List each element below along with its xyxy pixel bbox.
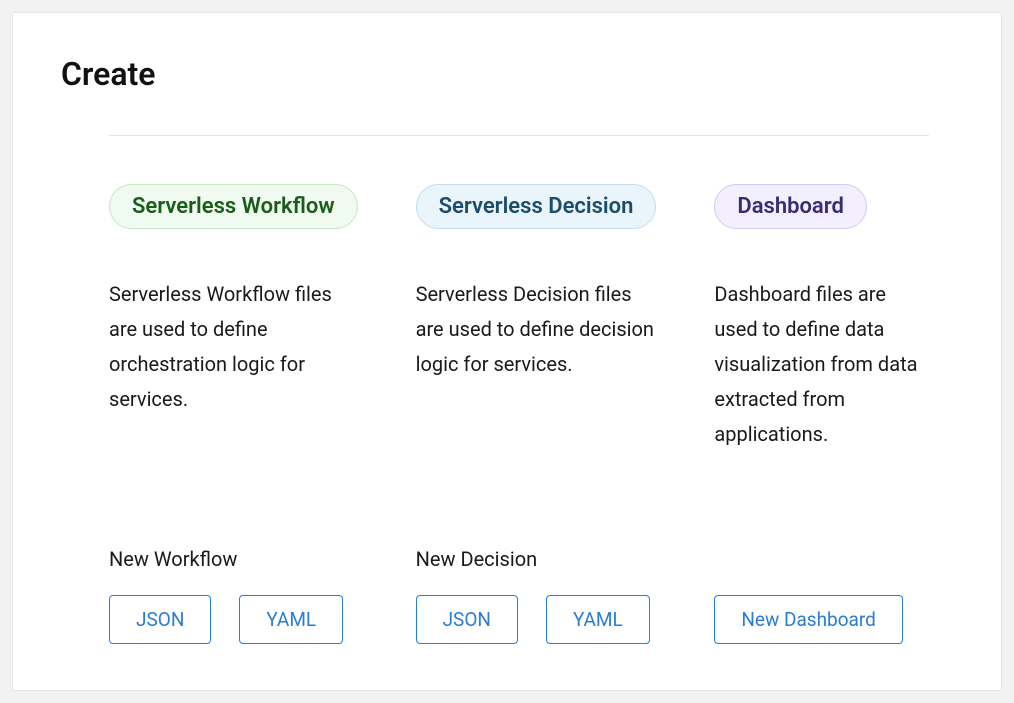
columns-container: Serverless Workflow Serverless Workflow … bbox=[61, 184, 953, 644]
action-label-dashboard bbox=[714, 547, 929, 575]
create-card: Create Serverless Workflow Serverless Wo… bbox=[12, 12, 1002, 691]
description-serverless-decision: Serverless Decision files are used to de… bbox=[416, 277, 657, 497]
description-serverless-workflow: Serverless Workflow files are used to de… bbox=[109, 277, 358, 497]
button-row-workflow: JSON YAML bbox=[109, 595, 358, 644]
action-block-workflow: New Workflow JSON YAML bbox=[109, 547, 358, 644]
new-dashboard-button[interactable]: New Dashboard bbox=[714, 595, 903, 644]
decision-yaml-button[interactable]: YAML bbox=[546, 595, 650, 644]
description-dashboard: Dashboard files are used to define data … bbox=[714, 277, 929, 497]
workflow-yaml-button[interactable]: YAML bbox=[239, 595, 343, 644]
action-label-decision: New Decision bbox=[416, 547, 657, 575]
column-serverless-decision: Serverless Decision Serverless Decision … bbox=[416, 184, 657, 644]
action-block-decision: New Decision JSON YAML bbox=[416, 547, 657, 644]
badge-serverless-decision: Serverless Decision bbox=[416, 184, 657, 229]
page-title: Create bbox=[61, 55, 953, 93]
decision-json-button[interactable]: JSON bbox=[416, 595, 518, 644]
action-label-workflow: New Workflow bbox=[109, 547, 358, 575]
badge-serverless-workflow: Serverless Workflow bbox=[109, 184, 358, 229]
action-block-dashboard: New Dashboard bbox=[714, 547, 929, 644]
column-dashboard: Dashboard Dashboard files are used to de… bbox=[714, 184, 929, 644]
workflow-json-button[interactable]: JSON bbox=[109, 595, 211, 644]
button-row-dashboard: New Dashboard bbox=[714, 595, 929, 644]
badge-dashboard: Dashboard bbox=[714, 184, 866, 229]
button-row-decision: JSON YAML bbox=[416, 595, 657, 644]
column-serverless-workflow: Serverless Workflow Serverless Workflow … bbox=[109, 184, 358, 644]
divider bbox=[109, 135, 929, 136]
